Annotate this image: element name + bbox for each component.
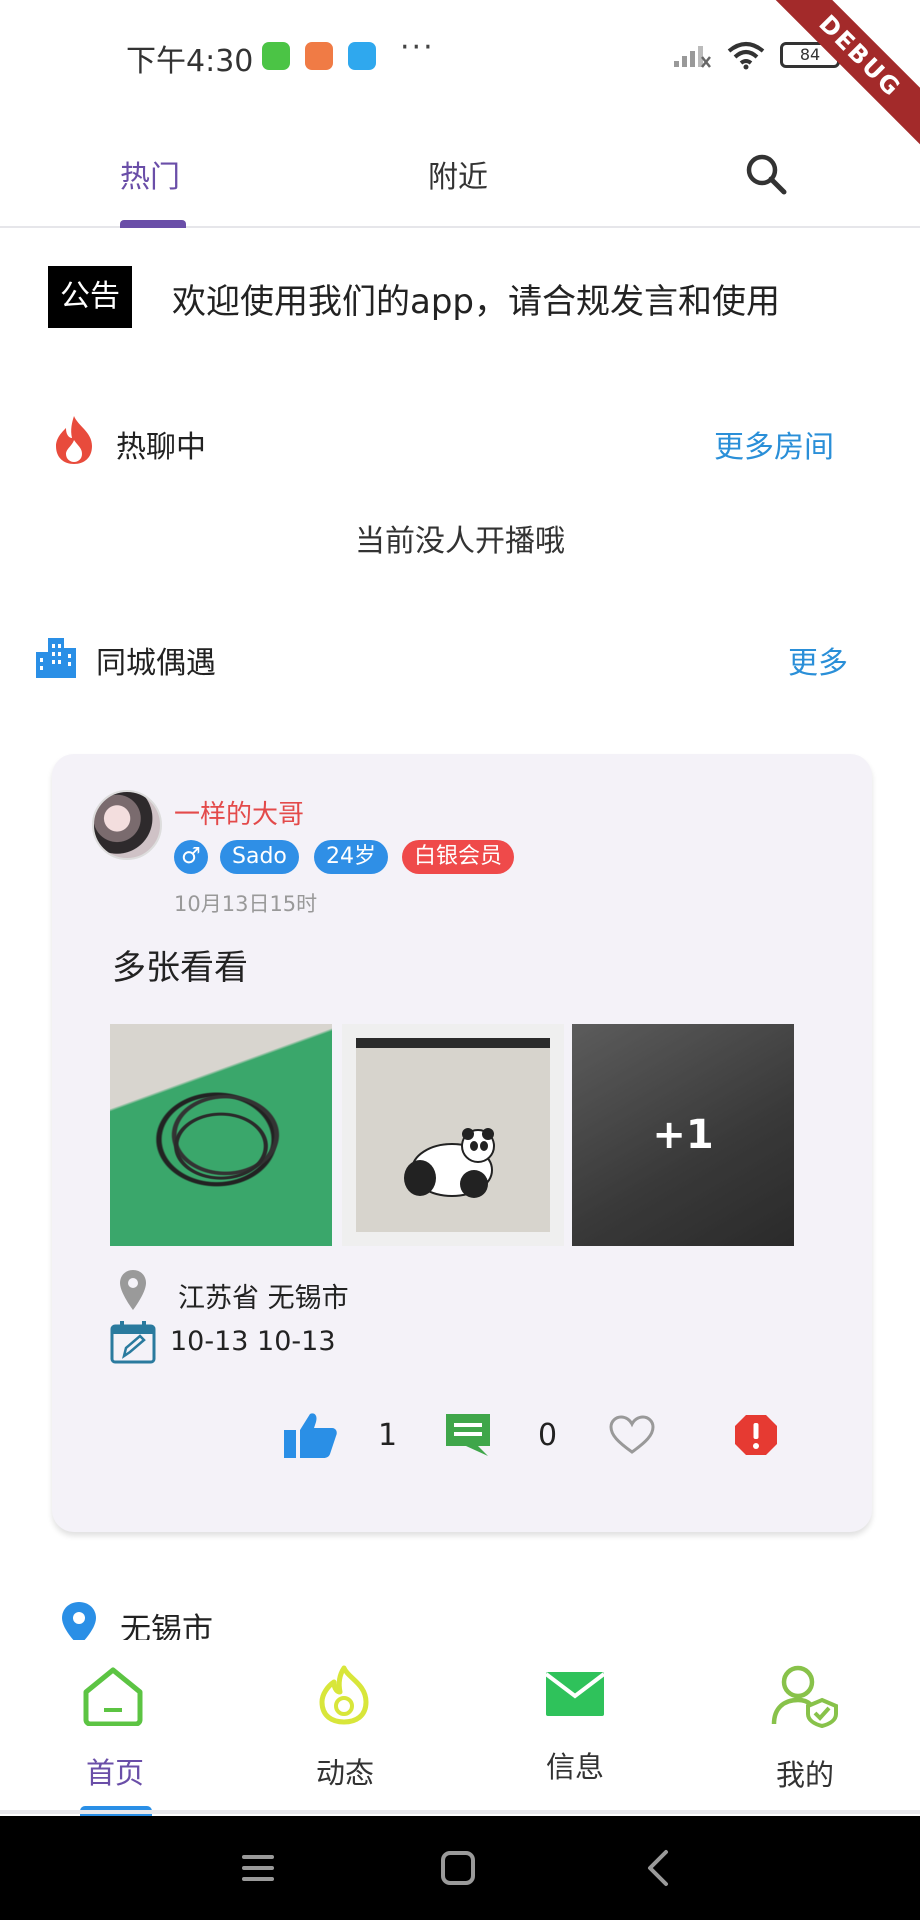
post-card[interactable]: 一样的大哥 ♂ Sado 24岁 白银会员 10月13日15时 多张看看 +1 …	[52, 754, 872, 1532]
panda-image	[404, 1128, 495, 1198]
same-city-title: 同城偶遇	[96, 646, 216, 681]
post-content: 多张看看	[112, 948, 248, 988]
heart-icon[interactable]	[608, 1414, 656, 1456]
flame-icon	[319, 1665, 369, 1725]
wifi-icon	[727, 42, 765, 70]
like-count: 1	[378, 1418, 398, 1453]
system-nav-bar	[0, 1816, 920, 1920]
flame-icon	[56, 416, 92, 464]
avatar[interactable]	[92, 790, 162, 860]
top-tab-bar: 热门 附近	[0, 110, 920, 228]
nav-label-feed: 动态	[315, 1756, 374, 1790]
home-square-icon[interactable]	[440, 1850, 476, 1886]
nav-item-messages[interactable]: 信息	[500, 1640, 650, 1816]
tab-hot[interactable]: 热门	[120, 152, 180, 196]
status-bar: 下午4:30 ··· 84	[0, 0, 920, 110]
hot-chat-title: 热聊中	[116, 430, 206, 465]
post-dates: 10-13 10-13	[170, 1326, 336, 1357]
app-notification-icon	[348, 42, 376, 70]
post-time: 10月13日15时	[174, 892, 318, 916]
comment-icon[interactable]	[444, 1412, 492, 1458]
more-notifications-icon: ···	[400, 30, 435, 65]
location-pin-icon	[120, 1270, 146, 1310]
announcement-text: 欢迎使用我们的app，请合规发言和使用	[172, 282, 780, 322]
city-buildings-icon	[36, 638, 76, 678]
tab-nearby[interactable]: 附近	[428, 152, 488, 196]
search-icon[interactable]	[742, 150, 790, 198]
tag-membership: 白银会员	[402, 840, 515, 874]
tab-indicator	[120, 220, 186, 228]
tag-age: 24岁	[314, 840, 388, 874]
hot-chat-header: 热聊中 更多房间	[0, 410, 920, 470]
same-city-more-link[interactable]: 更多	[788, 638, 848, 682]
nav-item-profile[interactable]: 我的	[730, 1640, 880, 1816]
app-notification-icon	[305, 42, 333, 70]
nav-label-profile: 我的	[775, 1758, 834, 1792]
app-notification-icon	[262, 42, 290, 70]
post-location: 江苏省 无锡市	[178, 1283, 349, 1314]
status-time: 下午4:30	[126, 44, 254, 79]
tag-nickname: Sado	[220, 840, 299, 874]
more-rooms-link[interactable]: 更多房间	[714, 422, 834, 466]
thumbs-up-icon[interactable]	[282, 1410, 338, 1460]
menu-icon[interactable]	[240, 1852, 276, 1884]
report-icon[interactable]	[734, 1414, 778, 1456]
male-icon: ♂	[174, 840, 208, 874]
same-city-header: 同城偶遇 更多	[0, 626, 920, 686]
nav-item-home[interactable]: 首页	[40, 1640, 190, 1816]
mail-icon	[544, 1672, 606, 1716]
home-icon	[83, 1667, 143, 1726]
user-name[interactable]: 一样的大哥	[174, 794, 304, 831]
comment-count: 0	[538, 1418, 558, 1453]
more-photos-count: +1	[572, 1024, 794, 1246]
nav-label-home: 首页	[85, 1756, 144, 1790]
bottom-nav: 首页 动态 信息 我的	[0, 1640, 920, 1816]
status-indicators: 84	[672, 40, 845, 70]
empty-live-tip: 当前没人开播哦	[355, 524, 565, 559]
post-photo[interactable]: +1	[572, 1024, 794, 1246]
nav-label-messages: 信息	[545, 1750, 604, 1784]
back-icon[interactable]	[644, 1848, 672, 1888]
signal-icon	[674, 46, 711, 68]
announcement-badge: 公告	[48, 266, 132, 328]
post-photo[interactable]	[110, 1024, 332, 1246]
calendar-icon	[110, 1321, 156, 1364]
nav-divider	[0, 1810, 920, 1814]
profile-icon	[771, 1665, 838, 1728]
post-photo[interactable]	[342, 1024, 564, 1246]
nav-item-feed[interactable]: 动态	[270, 1640, 420, 1816]
